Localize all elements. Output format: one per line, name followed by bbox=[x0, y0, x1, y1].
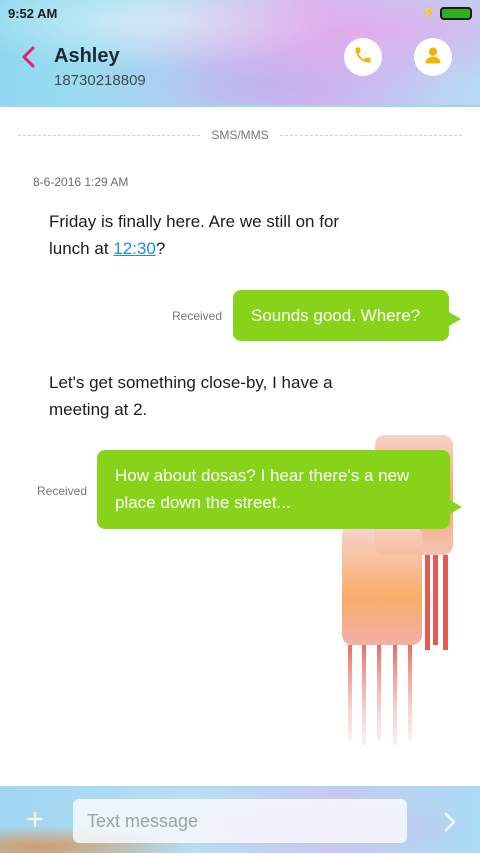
channel-divider: SMS/MMS bbox=[18, 127, 462, 143]
message-text-suffix: ? bbox=[155, 239, 166, 258]
phone-icon bbox=[353, 45, 373, 70]
charging-icon: ⚡ bbox=[421, 5, 436, 19]
outgoing-message-bubble[interactable]: How about dosas? I hear there's a new pl… bbox=[97, 450, 462, 529]
time-link[interactable]: 12:30 bbox=[113, 239, 156, 258]
divider-line-right bbox=[280, 135, 462, 136]
contact-name: Ashley bbox=[54, 45, 120, 67]
incoming-message: Friday is finally here. Are we still on … bbox=[49, 208, 379, 262]
contact-number: 18730218809 bbox=[54, 72, 146, 89]
send-button[interactable] bbox=[440, 810, 460, 834]
message-timestamp: 8-6-2016 1:29 AM bbox=[33, 175, 129, 189]
message-input[interactable] bbox=[73, 799, 407, 843]
plus-icon: + bbox=[26, 803, 44, 836]
conversation-header: 9:52 AM ⚡ Ashley 18730218809 bbox=[0, 0, 480, 107]
battery-icon bbox=[440, 7, 472, 20]
call-button[interactable] bbox=[344, 38, 382, 76]
add-attachment-button[interactable]: + bbox=[20, 805, 50, 837]
person-icon bbox=[423, 45, 443, 70]
delivery-status: Received bbox=[172, 309, 223, 323]
chevron-right-icon bbox=[440, 812, 460, 838]
contact-profile-button[interactable] bbox=[414, 38, 452, 76]
status-bar: 9:52 AM ⚡ bbox=[0, 0, 480, 28]
incoming-message: Let's get something close-by, I have a m… bbox=[49, 373, 333, 419]
message-text: Friday is finally here. Are we still on … bbox=[49, 212, 340, 258]
back-arrow-icon[interactable] bbox=[18, 44, 40, 70]
delivery-status: Received bbox=[37, 484, 88, 498]
status-time: 9:52 AM bbox=[8, 6, 58, 21]
composer-bar: + bbox=[0, 786, 480, 853]
outgoing-message-bubble[interactable]: Sounds good. Where? bbox=[233, 290, 461, 341]
